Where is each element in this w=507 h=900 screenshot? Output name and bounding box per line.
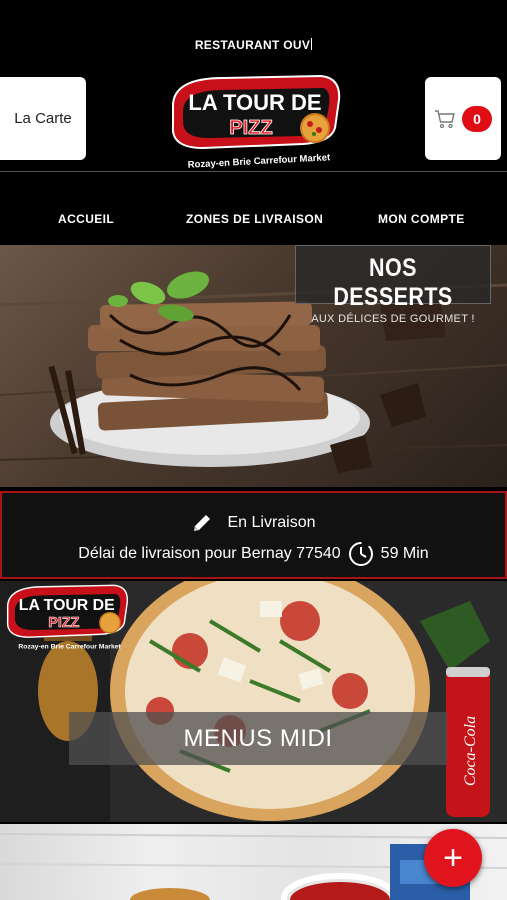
restaurant-status: RESTAURANT OUV [0, 38, 507, 52]
desserts-subtitle: AUX DÉLICES DE GOURMET ! [311, 313, 475, 325]
delivery-info-box[interactable]: En Livraison Délai de livraison pour Ber… [0, 491, 507, 579]
restaurant-logo[interactable]: LA TOUR DE PIZZ Rozay-en Brie Carrefour … [163, 70, 345, 170]
logo-subtitle: Rozay-en Brie Carrefour Market [188, 152, 332, 170]
logo-line2: PIZZ [229, 117, 272, 139]
menus-midi-card[interactable]: Coca-Cola MENUS MIDI LA TOUR DE PIZZ Roz… [0, 581, 507, 822]
cart-button[interactable]: 0 [425, 77, 501, 160]
la-carte-label: La Carte [14, 110, 72, 127]
add-button[interactable]: + [424, 829, 482, 887]
text-cursor [311, 38, 313, 50]
desserts-title: NOS DESSERTS [333, 254, 453, 311]
delivery-delay-value: 59 Min [380, 545, 429, 562]
desserts-promo-banner: NOS DESSERTS AUX DÉLICES DE GOURMET ! [295, 245, 491, 325]
menu-restaurant-logo: LA TOUR DE PIZZ Rozay-en Brie Carrefour … [6, 584, 129, 651]
menu-logo-line2: PIZZ [48, 615, 79, 631]
shopping-cart-icon [435, 109, 455, 128]
cart-count-badge: 0 [462, 105, 492, 132]
nav-item-accueil[interactable]: ACCUEIL [58, 212, 114, 226]
main-navigation: ACCUEIL ZONES DE LIVRAISON MON COMPTE [0, 196, 507, 240]
logo-line1: LA TOUR DE [188, 90, 321, 115]
desserts-banner[interactable]: NOS DESSERTS AUX DÉLICES DE GOURMET ! [0, 245, 507, 487]
clock-icon [348, 542, 373, 566]
menu-logo-subtitle: Rozay-en Brie Carrefour Market [18, 644, 121, 651]
restaurant-status-text: RESTAURANT OUV [194, 38, 311, 52]
menus-midi-label: MENUS MIDI [69, 712, 447, 765]
delivery-delay-row: Délai de livraison pour Bernay 77540 59 … [2, 540, 505, 568]
header-divider [0, 171, 507, 172]
can-text: Coca-Cola [462, 716, 479, 786]
menu-logo-line1: LA TOUR DE [19, 597, 115, 614]
pencil-icon [194, 515, 211, 531]
la-carte-button[interactable]: La Carte [0, 77, 86, 160]
nav-item-mon-compte[interactable]: MON COMPTE [378, 212, 465, 226]
plus-icon: + [443, 838, 463, 877]
delivery-delay-text: Délai de livraison pour Bernay 77540 [78, 545, 341, 562]
delivery-mode-row: En Livraison [2, 512, 505, 534]
nav-item-zones-de-livraison[interactable]: ZONES DE LIVRAISON [186, 212, 323, 226]
delivery-mode-text: En Livraison [227, 514, 316, 531]
